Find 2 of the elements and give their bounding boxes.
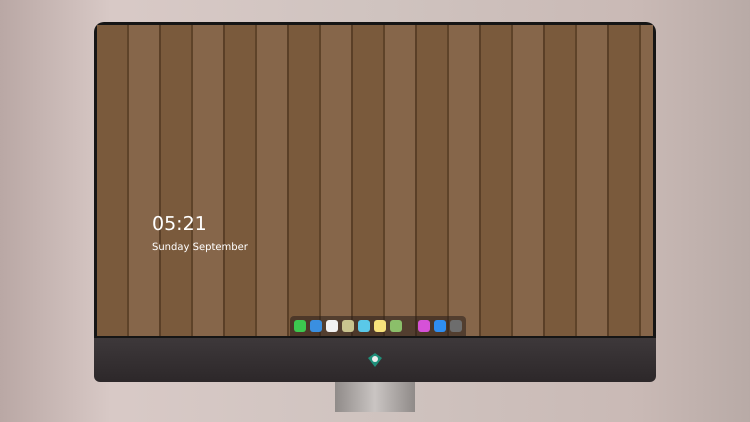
clock-date: Sunday September: [152, 241, 248, 255]
clock-time: 05:21: [152, 215, 208, 234]
